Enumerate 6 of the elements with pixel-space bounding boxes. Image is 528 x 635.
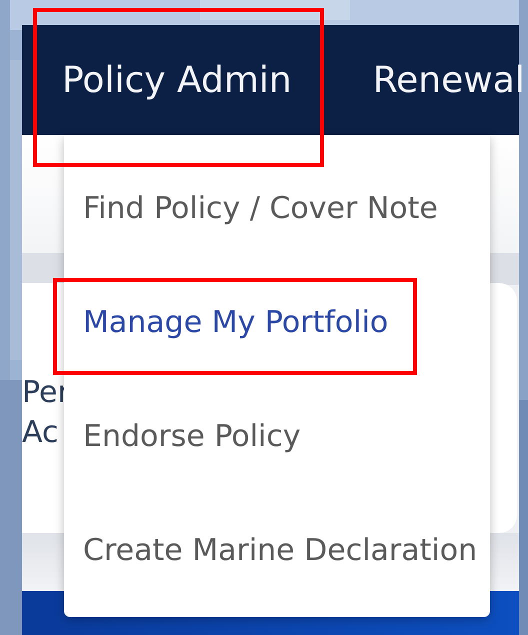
card-text: Per xyxy=(22,376,70,410)
card-text: Ac xyxy=(22,416,58,450)
menu-item[interactable]: Manage My Portfolio xyxy=(83,304,388,340)
menu-item[interactable]: Find Policy / Cover Note xyxy=(83,190,438,226)
menu-item[interactable]: Endorse Policy xyxy=(83,418,301,454)
menu-item[interactable]: Create Marine Declaration xyxy=(83,532,478,568)
